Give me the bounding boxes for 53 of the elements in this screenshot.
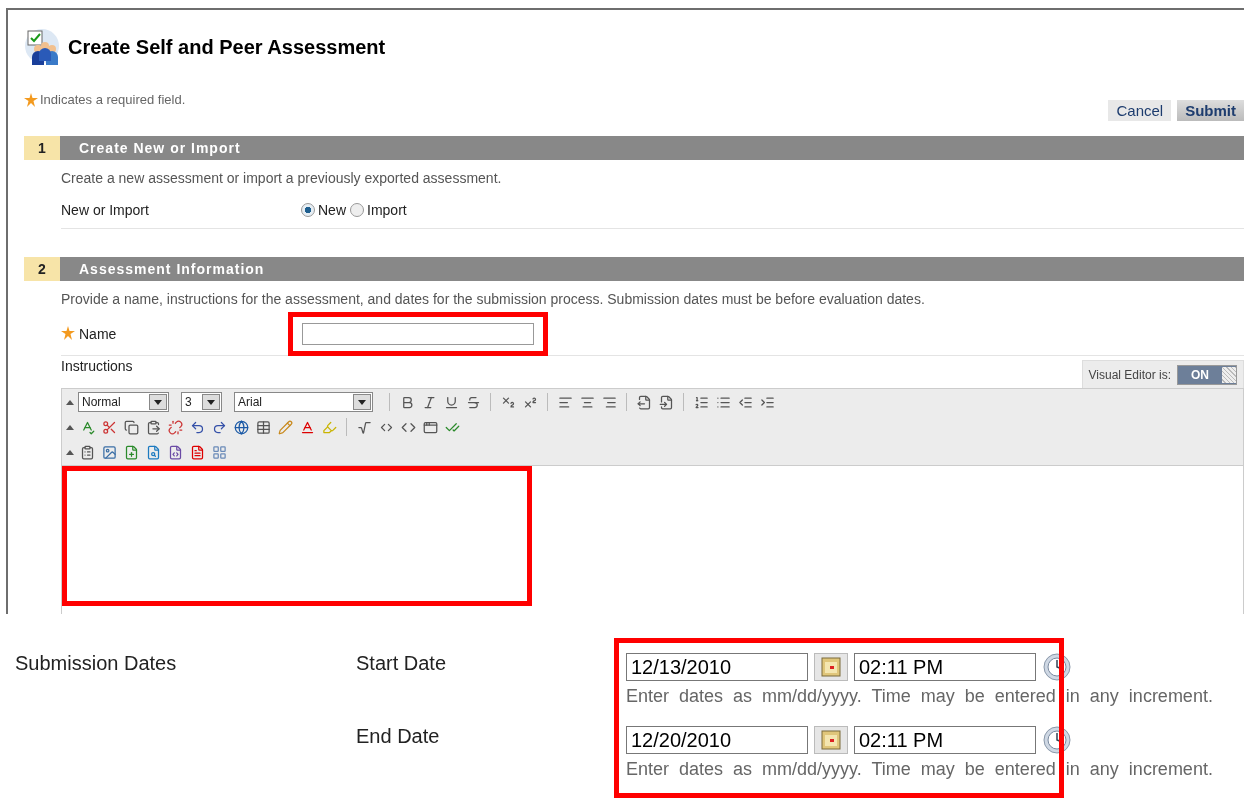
time-field[interactable]: 02:11 PM	[854, 726, 1036, 754]
cancel-button[interactable]: Cancel	[1108, 100, 1172, 121]
collapse-icon	[66, 399, 74, 405]
people-icon	[24, 28, 62, 66]
format-select[interactable]: Normal	[78, 392, 169, 412]
unlink-button[interactable]	[166, 418, 184, 436]
time-field[interactable]: 02:11 PM	[854, 653, 1036, 681]
date-hint: Enter dates as mm/dd/yyyy. Time may be entered in any increment.	[626, 759, 1213, 780]
image-button[interactable]	[100, 443, 118, 461]
table-button[interactable]	[254, 418, 272, 436]
name-field[interactable]	[302, 323, 534, 345]
collapse-icon	[66, 424, 74, 430]
field-label: Name	[79, 326, 117, 342]
section-header: Assessment Information	[60, 257, 1244, 281]
step-number: 1	[24, 136, 60, 160]
clock-icon[interactable]	[1042, 652, 1072, 682]
visual-editor-label: Visual Editor is:	[1088, 368, 1171, 382]
radio-option[interactable]: Import	[350, 202, 407, 218]
field-label: Submission Dates	[15, 652, 178, 676]
date-hint: Enter dates as mm/dd/yyyy. Time may be entered in any increment.	[626, 686, 1213, 707]
section-description: Create a new assessment or import a previously exported assessment.	[61, 169, 503, 188]
required-note: Indicates a required field.	[40, 92, 186, 107]
date-field[interactable]: 12/20/2010	[626, 726, 808, 754]
editor-area[interactable]	[61, 466, 1244, 614]
section-description: Provide a name, instructions for the assessment, and dates for the submission process. Submission dates must be before evaluation dates.	[61, 290, 926, 309]
export-document-button[interactable]	[635, 393, 653, 411]
radio-option[interactable]: New	[301, 202, 346, 218]
section-header: Create New or Import	[60, 136, 1244, 160]
scissors-button[interactable]	[100, 418, 118, 436]
collapse-icon	[66, 449, 74, 455]
field-label: New or Import	[61, 202, 150, 218]
page-title: Create Self and Peer Assessment	[68, 35, 386, 59]
required-icon	[61, 325, 75, 340]
font-select[interactable]: Arial	[234, 392, 373, 412]
calendar-icon	[821, 657, 841, 677]
globe-button[interactable]	[232, 418, 250, 436]
calendar-icon	[821, 730, 841, 750]
dropdown-icon	[154, 399, 162, 405]
date-label: Start Date	[356, 652, 448, 676]
copy-button[interactable]	[122, 418, 140, 436]
dropdown-icon	[358, 399, 366, 405]
date-field[interactable]: 12/13/2010	[626, 653, 808, 681]
visual-editor-toggle[interactable]: ON	[1177, 365, 1237, 385]
field-label: Instructions	[61, 358, 133, 376]
dropdown-icon	[207, 399, 215, 405]
step-number: 2	[24, 257, 60, 281]
grid-button[interactable]	[210, 443, 228, 461]
submit-button[interactable]: Submit	[1177, 100, 1244, 121]
required-icon	[24, 92, 38, 107]
size-select[interactable]: 3	[181, 392, 222, 412]
date-label: End Date	[356, 725, 441, 749]
clock-icon[interactable]	[1042, 725, 1072, 755]
import-document-button[interactable]	[657, 393, 675, 411]
